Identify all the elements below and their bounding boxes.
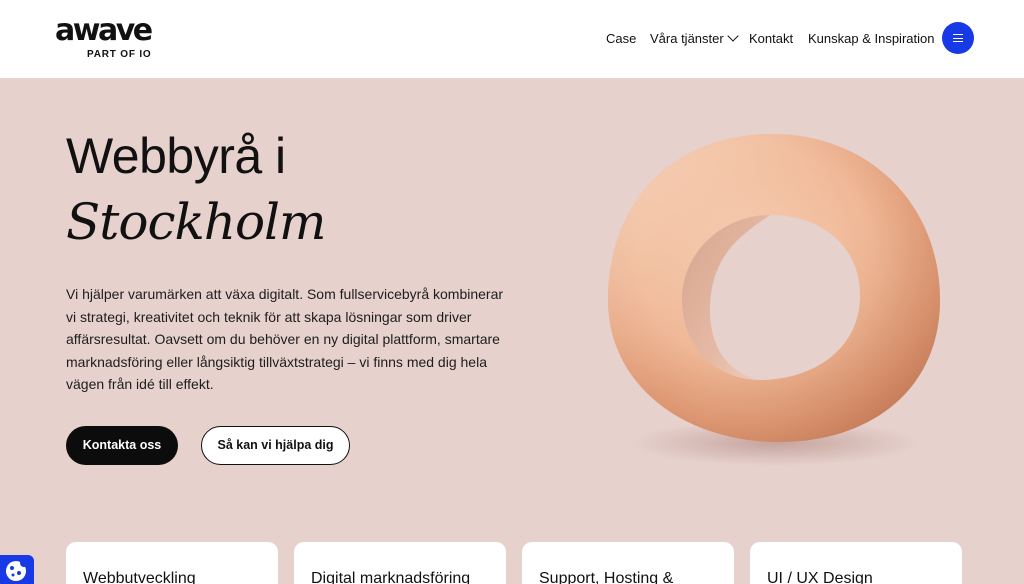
hamburger-icon [953, 34, 963, 36]
hero-title-italic: Stockholm [66, 193, 326, 251]
hero-title: Webbyrå i [66, 128, 286, 184]
service-card-support-hosting[interactable]: Support, Hosting & [522, 542, 734, 584]
how-we-help-button[interactable]: Så kan vi hjälpa dig [201, 426, 350, 465]
service-card-digital-marketing[interactable]: Digital marknadsföring [294, 542, 506, 584]
card-title: UI / UX Design [767, 570, 873, 584]
nav-item-label: Kontakt [749, 31, 794, 46]
nav-item-case[interactable]: Case [606, 30, 636, 48]
hamburger-icon-line [953, 37, 963, 39]
torus-image [608, 134, 940, 442]
nav-item-label: Kunskap & Inspiration [808, 31, 935, 46]
nav-item-services[interactable]: Våra tjänster [650, 30, 739, 48]
cookie-icon [6, 559, 28, 581]
ring-illustration [560, 120, 980, 500]
card-title: Support, Hosting & [539, 570, 674, 584]
service-card-ui-ux-design[interactable]: UI / UX Design [750, 542, 962, 584]
hero-description: Vi hjälper varumärken att växa digitalt.… [66, 286, 504, 392]
logo-wordmark: awave [55, 13, 153, 48]
menu-button[interactable] [942, 22, 974, 54]
chevron-down-icon [727, 30, 739, 42]
contact-button[interactable]: Kontakta oss [66, 426, 178, 465]
nav-item-label: Case [606, 31, 637, 46]
nav-item-contact[interactable]: Kontakt [749, 30, 793, 48]
cookie-settings-button[interactable] [0, 555, 34, 584]
logo-tagline: PART OF IO [87, 49, 152, 60]
awave-logo[interactable]: awave PART OF IO [55, 14, 185, 64]
site-header: awave PART OF IO Case Våra tjänster Kont… [0, 0, 1024, 78]
nav-item-label: Våra tjänster [650, 31, 724, 46]
hamburger-icon-line [953, 41, 963, 43]
nav-item-knowledge[interactable]: Kunskap & Inspiration [808, 30, 934, 48]
card-title: Webbutveckling [83, 570, 196, 584]
card-title: Digital marknadsföring [311, 570, 471, 584]
service-card-web-development[interactable]: Webbutveckling [66, 542, 278, 584]
